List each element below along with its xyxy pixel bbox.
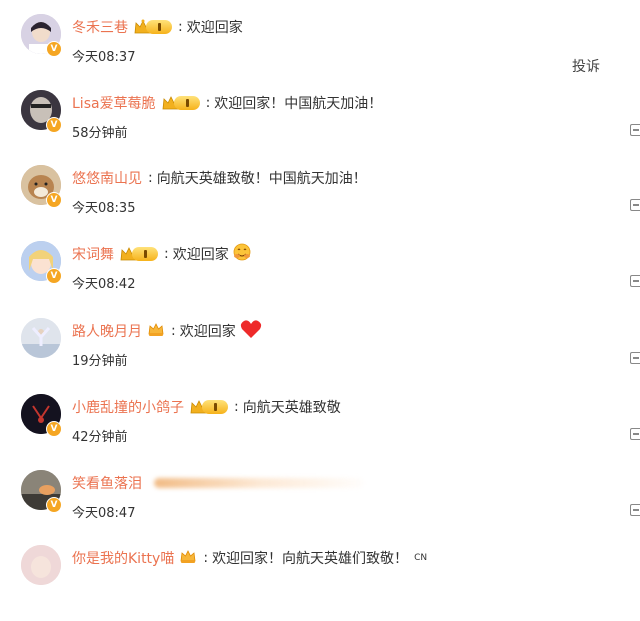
timestamp: 42分钟前 — [72, 430, 128, 445]
username[interactable]: 笑看鱼落泪 — [72, 473, 142, 493]
verified-badge: V — [46, 192, 62, 208]
report-link[interactable]: 投诉 — [572, 56, 600, 76]
timestamp: 今天08:47 — [72, 506, 136, 521]
comment-line: 你是我的Kitty喵 : 欢迎回家！向航天英雄们致敬！ CN — [72, 548, 428, 568]
comment-line: 悠悠南山见 : 向航天英雄致敬！中国航天加油！ — [72, 168, 367, 188]
verified-badge: V — [46, 421, 62, 437]
reply-icon[interactable] — [630, 504, 640, 516]
username[interactable]: 悠悠南山见 — [72, 168, 142, 188]
timestamp: 今天08:42 — [72, 277, 136, 292]
comment-line: 冬禾三巷 : 欢迎回家 — [72, 17, 243, 37]
member-crown-badge-icon[interactable] — [162, 95, 200, 111]
reply-icon[interactable] — [630, 428, 640, 440]
comment-item: V Lisa爱草莓脆 : 欢迎回家！中国航天加油！ 58分钟前 — [0, 90, 640, 166]
comment-text: 向航天英雄致敬！中国航天加油！ — [156, 171, 367, 187]
reply-icon[interactable] — [630, 352, 640, 364]
comment-item: V 悠悠南山见 : 向航天英雄致敬！中国航天加油！ 今天08:35 — [0, 165, 640, 241]
reply-icon[interactable] — [630, 275, 640, 287]
comment-text: 向航天英雄致敬 — [242, 400, 341, 416]
blurred-comment-text — [154, 478, 364, 488]
timestamp: 19分钟前 — [72, 354, 128, 369]
reply-icon[interactable] — [630, 199, 640, 211]
timestamp: 今天08:35 — [72, 201, 136, 216]
username[interactable]: 小鹿乱撞的小鸽子 — [72, 397, 184, 417]
comment-text: 欢迎回家！向航天英雄们致敬！ — [212, 551, 409, 567]
username[interactable]: 你是我的Kitty喵 — [72, 548, 174, 568]
small-crown-badge-icon[interactable] — [179, 548, 197, 568]
verified-badge: V — [46, 117, 62, 133]
comment-item: 路人晚月月 : 欢迎回家 19分钟前 — [0, 318, 640, 394]
username[interactable]: 路人晚月月 — [72, 321, 142, 341]
small-crown-badge-icon[interactable] — [147, 321, 165, 341]
timestamp: 58分钟前 — [72, 126, 128, 141]
comment-item: 你是我的Kitty喵 : 欢迎回家！向航天英雄们致敬！ CN — [0, 545, 640, 621]
comment-item: V 小鹿乱撞的小鸽子 : 向航天英雄致敬 42分钟前 — [0, 394, 640, 470]
comment-item: V 冬禾三巷 : 欢迎回家 今天08:37 投诉 — [0, 14, 640, 90]
comment-text: 欢迎回家 — [179, 324, 236, 340]
verified-badge: V — [46, 268, 62, 284]
member-crown-badge-icon[interactable] — [190, 399, 228, 415]
comment-line: 小鹿乱撞的小鸽子 : 向航天英雄致敬 — [72, 397, 341, 417]
comment-item: V 笑看鱼落泪 今天08:47 — [0, 470, 640, 546]
cn-suffix: CN — [414, 553, 428, 563]
username[interactable]: 冬禾三巷 — [72, 17, 128, 37]
username[interactable]: 宋词舞 — [72, 244, 114, 264]
member-crown-badge-icon[interactable] — [120, 246, 158, 262]
comment-line: 路人晚月月 : 欢迎回家 — [72, 320, 262, 342]
comment-line: Lisa爱草莓脆 : 欢迎回家！中国航天加油！ — [72, 93, 383, 113]
red-heart-icon — [240, 319, 262, 343]
comment-text: 欢迎回家！中国航天加油！ — [214, 96, 383, 112]
verified-badge: V — [46, 497, 62, 513]
timestamp: 今天08:37 — [72, 50, 136, 65]
comment-text: 欢迎回家 — [186, 20, 243, 36]
avatar[interactable] — [21, 318, 61, 358]
verified-badge: V — [46, 41, 62, 57]
comment-item: V 宋词舞 : 欢迎回家 今天08:42 — [0, 241, 640, 317]
avatar[interactable] — [21, 545, 61, 585]
username[interactable]: Lisa爱草莓脆 — [72, 93, 156, 113]
member-crown-badge-icon[interactable] — [134, 19, 172, 35]
hug-face-emoji-icon — [233, 243, 251, 265]
comment-text: 欢迎回家 — [172, 247, 229, 263]
reply-icon[interactable] — [630, 124, 640, 136]
comment-line: 宋词舞 : 欢迎回家 — [72, 243, 251, 265]
comment-line: 笑看鱼落泪 — [72, 472, 364, 494]
